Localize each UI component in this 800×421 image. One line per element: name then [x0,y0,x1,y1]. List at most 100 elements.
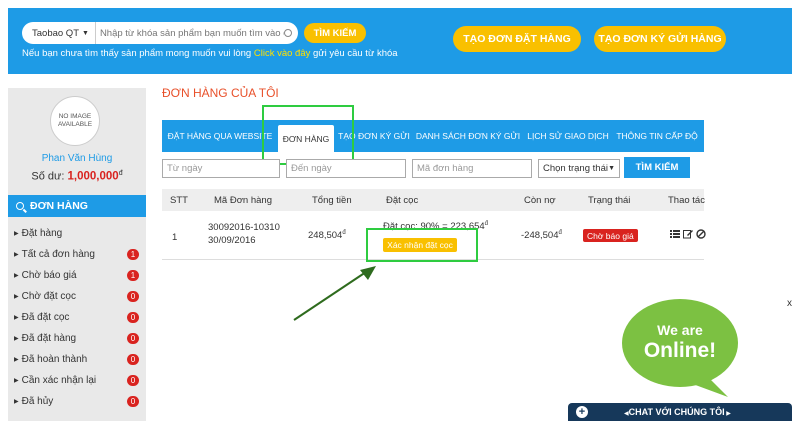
page-title: ĐƠN HÀNG CỦA TÔI [162,86,279,100]
from-date-field[interactable]: Từ ngày [162,159,280,178]
caret-right-icon: ▶ [14,399,19,405]
col-stt: STT [170,194,188,206]
count-badge: 1 [127,249,139,260]
menu-item-tat-ca[interactable]: ▶ Tất cả đơn hàng 1 [8,244,146,265]
hint-suffix: gửi yêu cầu từ khóa [313,48,398,59]
menu-item-da-dat-coc[interactable]: ▶ Đã đặt cọc 0 [8,307,146,328]
balance-value: 1,000,000 [67,170,119,183]
chat-label: CHAT VỚI CHÚNG TÔI [624,407,731,417]
caret-right-icon: ▶ [14,378,19,384]
table-header: STT Mã Đơn hàng Tổng tiền Đặt cọc Còn nợ… [162,189,705,211]
menu-item-label: Đã đặt cọc [21,312,70,323]
to-date-field[interactable]: Đến ngày [286,159,406,178]
count-badge: 0 [127,396,139,407]
tab-transaction-history[interactable]: LỊCH SỬ GIAO DỊCH [527,120,608,152]
menu-item-cho-dat-coc[interactable]: ▶ Chờ đặt cọc 0 [8,286,146,307]
col-actions: Thao tác [668,194,705,206]
col-total: Tổng tiền [312,194,352,206]
menu-item-label: Tất cả đơn hàng [21,249,95,260]
search-category-select[interactable]: Taobao QT ▼ [22,22,96,44]
menu-item-dat-hang[interactable]: ▶ Đặt hàng [8,223,146,244]
online-text-1: We are [657,322,703,338]
avatar-text-1: NO IMAGE [58,113,92,120]
row-stt: 1 [172,232,178,243]
status-badge: Chờ báo giá [583,229,638,242]
col-order-code: Mã Đơn hàng [214,194,272,206]
caret-right-icon: ▶ [14,273,19,279]
menu-item-label: Đã đặt hàng [21,333,77,344]
row-actions [670,229,706,239]
chat-bar[interactable]: + CHAT VỚI CHÚNG TÔI [568,403,792,421]
online-chat-bubble[interactable]: We are Online! [620,295,740,399]
menu-item-da-hoan-thanh[interactable]: ▶ Đã hoàn thành 0 [8,349,146,370]
count-badge: 0 [127,312,139,323]
caret-right-icon: ▶ [14,357,19,363]
menu-item-label: Đã hủy [21,396,54,407]
row-debt-value: -248,504 [521,230,559,242]
edit-icon[interactable] [683,229,693,239]
status-select[interactable]: Chọn trạng thái ▼ [538,159,620,178]
balance: Số dư: 1,000,000đ [8,170,146,183]
user-name[interactable]: Phan Văn Hùng [8,153,146,164]
row-total: 248,504đ [308,230,346,241]
orders-menu-title: ĐƠN HÀNG [30,200,88,212]
hint-prefix: Nếu bạn chưa tìm thấy sản phẩm mong muốn… [22,48,252,59]
row-order-code[interactable]: 30092016-10310 [208,222,280,233]
top-header: Taobao QT ▼ TÌM KIẾM Nếu bạn chưa tìm th… [8,8,792,74]
menu-item-can-xac-nhan-lai[interactable]: ▶ Cần xác nhận lại 0 [8,370,146,391]
menu-item-da-huy[interactable]: ▶ Đã hủy 0 [8,391,146,412]
cancel-icon[interactable] [696,229,706,239]
menu-item-label: Chờ đặt cọc [21,291,76,302]
count-badge: 0 [127,291,139,302]
menu-item-label: Đặt hàng [21,228,63,239]
menu-item-cho-bao-gia[interactable]: ▶ Chờ báo giá 1 [8,265,146,286]
menu-item-label: Cần xác nhận lại [21,375,97,386]
avatar: NO IMAGE AVAILABLE [50,96,100,146]
tab-bar: ĐẶT HÀNG QUA WEBSITE ĐƠN HÀNG TẠO ĐƠN KÝ… [162,120,704,152]
count-badge: 0 [127,354,139,365]
row-deposit-currency: đ [484,221,489,227]
search-button[interactable]: TÌM KIẾM [304,23,366,43]
find-button[interactable]: TÌM KIẾM [624,157,690,178]
count-badge: 0 [127,375,139,386]
col-deposit: Đặt cọc [386,194,419,206]
hint-link[interactable]: Click vào đây [254,48,311,59]
search-bar: Taobao QT ▼ [22,22,298,44]
chevron-down-icon: ▼ [608,165,615,172]
balance-label: Số dư: [31,170,65,183]
plus-icon: + [576,406,588,418]
list-icon[interactable] [670,229,680,239]
search-clear-icon [284,29,292,37]
search-input[interactable] [95,23,284,43]
search-hint: Nếu bạn chưa tìm thấy sản phẩm mong muốn… [22,48,398,59]
search-category-label: Taobao QT [32,27,79,39]
status-select-value: Chọn trạng thái [543,163,608,174]
create-order-button[interactable]: TẠO ĐƠN ĐẶT HÀNG [453,26,581,52]
menu-item-label: Chờ báo giá [21,270,77,281]
search-icon [16,202,24,210]
orders-menu-header: ĐƠN HÀNG [8,195,146,217]
tab-website-order[interactable]: ĐẶT HÀNG QUA WEBSITE [168,120,273,152]
row-total-value: 248,504 [308,230,343,242]
tab-level-info[interactable]: THÔNG TIN CẤP ĐỘ [616,120,697,152]
caret-right-icon: ▶ [14,231,19,237]
count-badge: 1 [127,270,139,281]
row-debt: -248,504đ [521,230,562,241]
caret-right-icon: ▶ [14,252,19,258]
page: Taobao QT ▼ TÌM KIẾM Nếu bạn chưa tìm th… [0,0,800,421]
col-debt: Còn nợ [524,194,556,206]
tab-deposit-list[interactable]: DANH SÁCH ĐƠN KÝ GỬI [416,120,520,152]
sidebar: NO IMAGE AVAILABLE Phan Văn Hùng Số dư: … [8,88,146,421]
count-badge: 0 [127,333,139,344]
avatar-text-2: AVAILABLE [57,121,93,128]
col-status: Trạng thái [588,194,631,206]
row-order-date: 30/09/2016 [208,235,256,246]
highlight-box-confirm [366,228,478,262]
caret-right-icon: ▶ [14,315,19,321]
close-icon[interactable]: x [787,298,792,309]
order-code-field[interactable]: Mã đơn hàng [412,159,532,178]
menu-item-da-dat-hang[interactable]: ▶ Đã đặt hàng 0 [8,328,146,349]
row-debt-currency: đ [558,230,562,236]
create-deposit-button[interactable]: TẠO ĐƠN KÝ GỬI HÀNG [594,26,726,52]
caret-right-icon: ▶ [14,336,19,342]
